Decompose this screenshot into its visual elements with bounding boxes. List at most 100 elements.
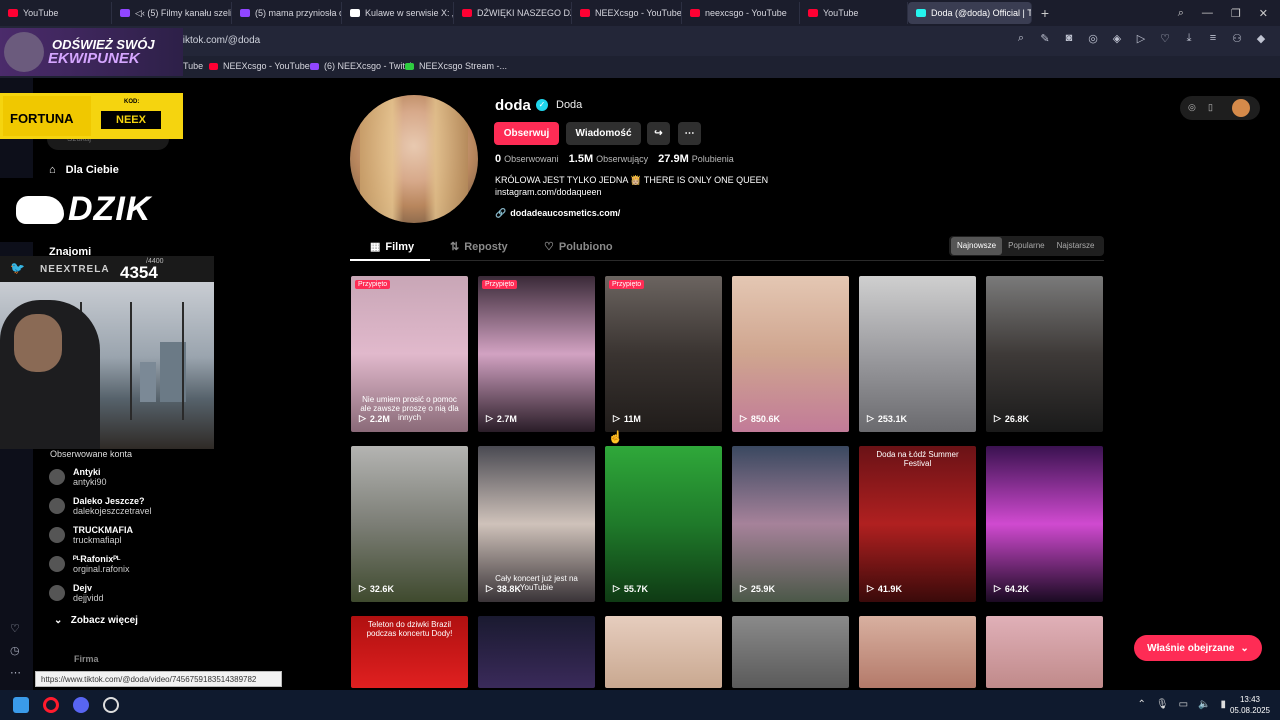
sort-latest[interactable]: Najnowsze xyxy=(951,237,1003,255)
browser-tab[interactable]: NEEXcsgo - YouTube xyxy=(572,2,682,24)
new-tab-button[interactable]: + xyxy=(1036,4,1054,22)
history-icon[interactable]: ◷ xyxy=(10,644,20,657)
bookmark-item[interactable]: NEEXcsgo Stream -... xyxy=(405,61,507,71)
url-field[interactable]: tiktok.com/@doda xyxy=(180,35,260,46)
search-icon[interactable]: ⌕ xyxy=(1178,7,1184,20)
tab-videos[interactable]: ▦ Filmy xyxy=(370,240,414,254)
recently-watched-button[interactable]: Właśnie obejrzane ⌄ xyxy=(1134,635,1262,661)
likes-count: 27.9M xyxy=(658,153,689,165)
view-count: ▷ 850.6K xyxy=(740,413,780,424)
sort-oldest[interactable]: Najstarsze xyxy=(1051,237,1101,255)
edit-icon[interactable]: ✎ xyxy=(1038,32,1052,45)
profile-icon[interactable]: ⚇ xyxy=(1230,32,1244,45)
video-thumbnail[interactable] xyxy=(986,616,1103,688)
sort-popular[interactable]: Popularne xyxy=(1002,237,1050,255)
video-thumbnail[interactable]: ▷ 253.1K xyxy=(859,276,976,432)
video-thumbnail[interactable]: Przypięto Nie umiem prosić o pomoc ale za… xyxy=(351,276,468,432)
fortuna-code: NEEX xyxy=(101,111,161,129)
browser-tab[interactable]: ◁‹ (5) Filmy kanału szelit xyxy=(112,2,232,24)
tab-favicon-icon xyxy=(916,9,926,17)
browser-tab[interactable]: YouTube xyxy=(0,2,112,24)
profile-link[interactable]: 🔗 dodadeaucosmetics.com/ xyxy=(495,208,620,219)
network-icon[interactable]: ▭ xyxy=(1179,699,1188,710)
browser-tab[interactable]: neexcsgo - YouTube xyxy=(682,2,800,24)
download-icon[interactable]: ⤓ xyxy=(1182,32,1196,45)
followers-label: Obserwujący xyxy=(596,154,649,164)
steam-icon[interactable] xyxy=(103,697,119,713)
bookmark-item[interactable]: Tube xyxy=(183,61,203,71)
followed-account[interactable]: ᴾᴸRafonixᴾᴸ orginal.rafonix xyxy=(49,554,130,574)
see-more-button[interactable]: ⌄ Zobacz więcej xyxy=(54,615,138,626)
follow-button[interactable]: Obserwuj xyxy=(494,122,559,145)
followed-account[interactable]: Daleko Jeszcze? dalekojeszczetravel xyxy=(49,496,152,516)
video-thumbnail[interactable]: ▷ 64.2K xyxy=(986,446,1103,602)
video-thumbnail[interactable]: ▷ 850.6K xyxy=(732,276,849,432)
view-count: ▷ 2.2M xyxy=(359,413,390,424)
menu-icon[interactable]: ≡ xyxy=(1206,32,1220,45)
tab-favicon-icon xyxy=(8,9,18,17)
video-thumbnail[interactable]: ▷ 32.6K xyxy=(351,446,468,602)
browser-tab[interactable]: Doda (@doda) Official | T xyxy=(908,2,1032,24)
microphone-icon[interactable]: 🎙 xyxy=(1156,699,1169,710)
view-count-label: 11M xyxy=(623,413,641,424)
following-stat[interactable]: 0 Obserwowani xyxy=(495,153,559,165)
followers-stat[interactable]: 1.5M Obserwujący xyxy=(569,153,649,165)
tab-reposts[interactable]: ⇅ Reposty xyxy=(450,240,508,254)
tab-liked[interactable]: ♡ Polubiono xyxy=(544,240,613,254)
video-thumbnail[interactable] xyxy=(859,616,976,688)
compass-icon[interactable]: ◎ xyxy=(1188,102,1196,113)
browser-tab[interactable]: YouTube xyxy=(800,2,908,24)
video-thumbnail[interactable] xyxy=(478,616,595,688)
browser-tab[interactable]: DŹWIĘKI NASZEGO DZIEC xyxy=(454,2,572,24)
profile-avatar[interactable] xyxy=(350,95,478,223)
message-button[interactable]: Wiadomość xyxy=(566,122,641,145)
discord-icon[interactable] xyxy=(73,697,89,713)
minimize-button[interactable]: — xyxy=(1202,7,1213,19)
wallet-icon[interactable]: ◆ xyxy=(1254,32,1268,45)
phone-icon[interactable]: ▯ xyxy=(1208,102,1213,113)
video-thumbnail[interactable]: ▷ 25.9K xyxy=(732,446,849,602)
video-thumbnail[interactable] xyxy=(732,616,849,688)
share-button[interactable]: ↪ xyxy=(647,122,670,145)
video-thumbnail[interactable]: Przypięto ▷ 11M xyxy=(605,276,722,432)
following-count: 0 xyxy=(495,153,502,165)
bookmark-item[interactable]: NEEXcsgo - YouTube xyxy=(209,61,310,71)
tab-favicon-icon xyxy=(120,9,130,17)
clock[interactable]: 13:43 05.08.2025 xyxy=(1230,694,1270,716)
play-icon: ▷ xyxy=(740,413,747,423)
video-thumbnail[interactable]: Teleton do dziwki Brazil podczas koncert… xyxy=(351,616,468,688)
video-thumbnail[interactable] xyxy=(605,616,722,688)
chevron-up-icon[interactable]: ⌃ xyxy=(1137,699,1145,710)
browser-tab[interactable]: (5) mama przyniosła obiad xyxy=(232,2,342,24)
heart-icon[interactable]: ♡ xyxy=(10,622,20,635)
video-thumbnail[interactable]: ▷ 26.8K xyxy=(986,276,1103,432)
battery-icon[interactable]: ▮ xyxy=(1220,699,1226,710)
bookmark-item[interactable]: (6) NEEXcsgo - Twitch xyxy=(310,61,414,71)
extension-icon[interactable]: ◎ xyxy=(1086,32,1100,45)
play-icon[interactable]: ▷ xyxy=(1134,32,1148,45)
more-button[interactable]: ⋯ xyxy=(678,122,701,145)
video-thumbnail[interactable]: ▷ 55.7K xyxy=(605,446,722,602)
video-thumbnail[interactable]: Cały koncert już jest na YouTubie ▷ 38.8K xyxy=(478,446,595,602)
nav-for-you[interactable]: ⌂ Dla Ciebie xyxy=(49,164,119,176)
user-avatar[interactable] xyxy=(1232,99,1250,117)
browser-tab[interactable]: Kulawe w serwisie X: „Kam xyxy=(342,2,454,24)
camera-icon[interactable]: ◙ xyxy=(1062,32,1076,45)
followed-account[interactable]: Antyki antyki90 xyxy=(49,467,107,487)
windows-start-icon[interactable] xyxy=(13,697,29,713)
more-icon[interactable]: ⋯ xyxy=(10,666,21,679)
volume-icon[interactable]: 🔈 xyxy=(1198,699,1210,710)
maximize-button[interactable]: ❐ xyxy=(1231,7,1241,20)
recently-watched-label: Właśnie obejrzane xyxy=(1147,642,1235,654)
opera-icon[interactable] xyxy=(43,697,59,713)
close-window-button[interactable]: ✕ xyxy=(1259,7,1268,20)
followed-account[interactable]: TRUCKMAFIA truckmafiapl xyxy=(49,525,133,545)
video-thumbnail[interactable]: Przypięto ▷ 2.7M xyxy=(478,276,595,432)
company-link[interactable]: Firma xyxy=(74,654,99,664)
bio-line2: instagram.com/dodaqueen xyxy=(495,187,602,197)
heart-icon[interactable]: ♡ xyxy=(1158,32,1172,45)
zoom-icon[interactable]: ⌕ xyxy=(1014,32,1028,45)
followed-account[interactable]: Dejv dejjvidd xyxy=(49,583,104,603)
video-thumbnail[interactable]: Doda na Łódź Summer Festival ▷ 41.9K xyxy=(859,446,976,602)
adblock-icon[interactable]: ◈ xyxy=(1110,32,1124,45)
